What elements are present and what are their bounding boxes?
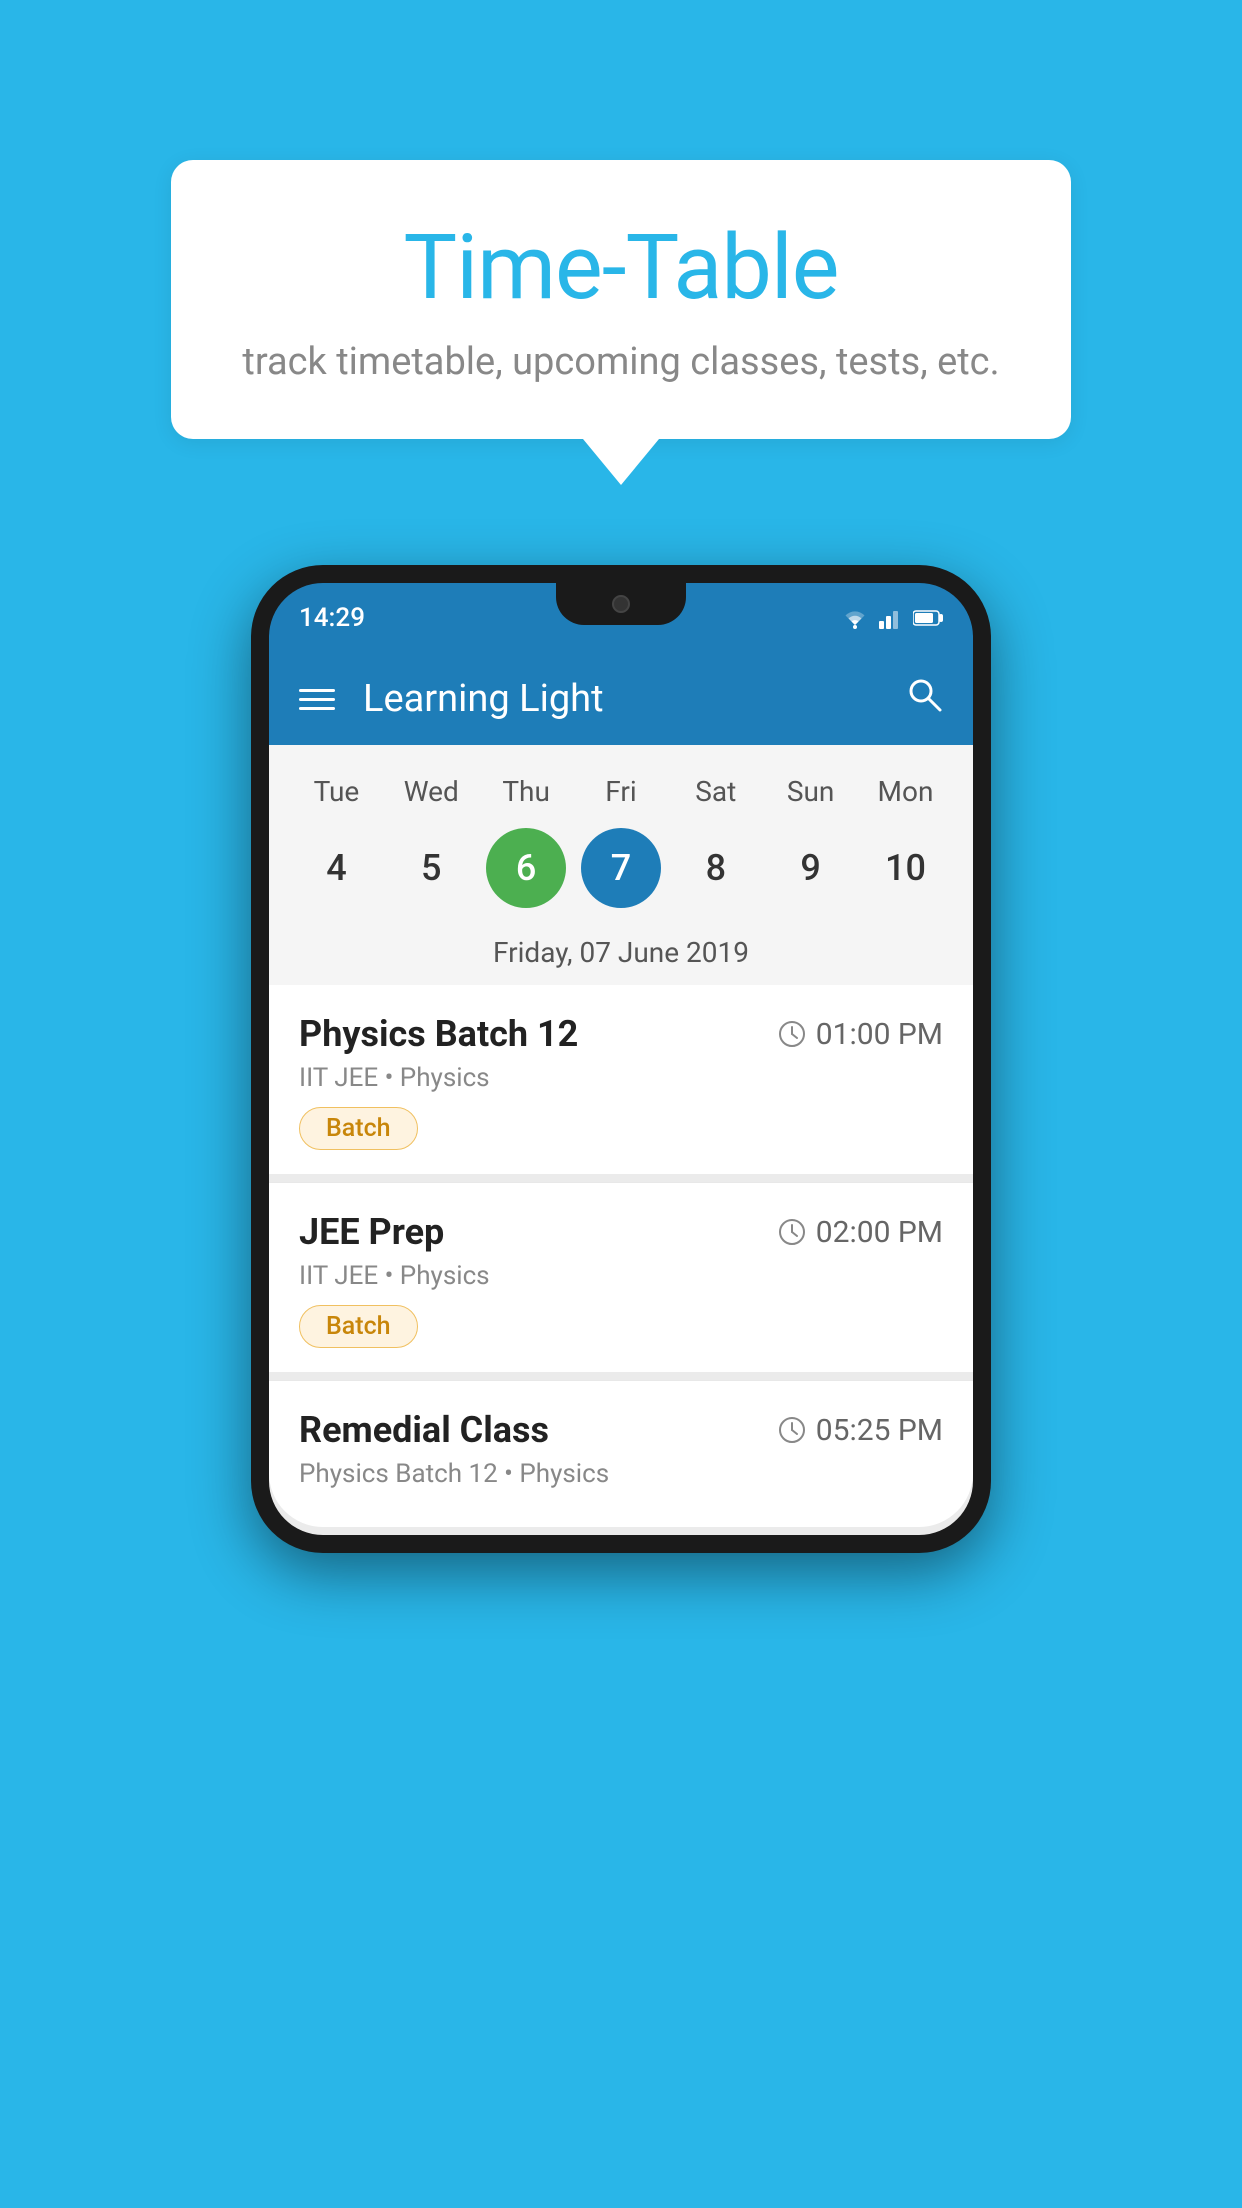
day-4[interactable]: 4 bbox=[296, 828, 376, 908]
schedule-card-jee-prep[interactable]: JEE Prep 02:00 PM IIT JEE • Physics Batc… bbox=[269, 1183, 973, 1372]
day-header-fri: Fri bbox=[581, 775, 661, 808]
day-9[interactable]: 9 bbox=[771, 828, 851, 908]
card-title-1: Physics Batch 12 bbox=[299, 1013, 578, 1055]
calendar-section: Tue Wed Thu Fri Sat Sun Mon 4 5 6 7 8 9 … bbox=[269, 745, 973, 985]
app-title: Learning Light bbox=[363, 677, 905, 721]
day-header-thu: Thu bbox=[486, 775, 566, 808]
phone-outer: 14:29 bbox=[251, 565, 991, 1553]
status-icons bbox=[841, 607, 943, 629]
app-bar: Learning Light bbox=[269, 653, 973, 745]
time-text-2: 02:00 PM bbox=[816, 1215, 943, 1250]
batch-badge-2: Batch bbox=[299, 1305, 418, 1348]
day-numbers: 4 5 6 7 8 9 10 bbox=[269, 818, 973, 928]
schedule-card-physics-batch[interactable]: Physics Batch 12 01:00 PM IIT JEE • Phys… bbox=[269, 985, 973, 1174]
day-7-selected[interactable]: 7 bbox=[581, 828, 661, 908]
tooltip-title: Time-Table bbox=[231, 215, 1011, 320]
time-text-3: 05:25 PM bbox=[816, 1413, 943, 1448]
status-time: 14:29 bbox=[299, 603, 365, 633]
selected-date-label: Friday, 07 June 2019 bbox=[269, 928, 973, 985]
status-bar: 14:29 bbox=[269, 583, 973, 653]
day-5[interactable]: 5 bbox=[391, 828, 471, 908]
day-8[interactable]: 8 bbox=[676, 828, 756, 908]
day-header-tue: Tue bbox=[296, 775, 376, 808]
clock-icon-2 bbox=[778, 1218, 806, 1246]
camera-dot bbox=[612, 595, 630, 613]
battery-icon bbox=[913, 609, 943, 627]
time-text-1: 01:00 PM bbox=[816, 1017, 943, 1052]
day-header-sat: Sat bbox=[676, 775, 756, 808]
day-header-wed: Wed bbox=[391, 775, 471, 808]
card-title-2: JEE Prep bbox=[299, 1211, 444, 1253]
card-subtitle-3: Physics Batch 12 • Physics bbox=[299, 1459, 943, 1489]
tooltip-arrow bbox=[583, 439, 659, 485]
card-row-top-1: Physics Batch 12 01:00 PM bbox=[299, 1013, 943, 1055]
tooltip-card-wrapper: Time-Table track timetable, upcoming cla… bbox=[171, 160, 1071, 485]
signal-icon bbox=[879, 607, 903, 629]
day-10[interactable]: 10 bbox=[865, 828, 945, 908]
card-time-3: 05:25 PM bbox=[778, 1413, 943, 1448]
batch-badge-1: Batch bbox=[299, 1107, 418, 1150]
tooltip-subtitle: track timetable, upcoming classes, tests… bbox=[231, 340, 1011, 384]
search-icon[interactable] bbox=[905, 675, 943, 723]
clock-icon-3 bbox=[778, 1416, 806, 1444]
card-time-1: 01:00 PM bbox=[778, 1017, 943, 1052]
notch-cutout bbox=[556, 583, 686, 625]
card-row-top-2: JEE Prep 02:00 PM bbox=[299, 1211, 943, 1253]
wifi-icon bbox=[841, 607, 869, 629]
card-subtitle-2: IIT JEE • Physics bbox=[299, 1261, 943, 1291]
tooltip-card: Time-Table track timetable, upcoming cla… bbox=[171, 160, 1071, 439]
menu-icon[interactable] bbox=[299, 689, 335, 710]
day-headers: Tue Wed Thu Fri Sat Sun Mon bbox=[269, 765, 973, 818]
schedule-card-remedial[interactable]: Remedial Class 05:25 PM Physics Batch 12… bbox=[269, 1381, 973, 1527]
day-header-mon: Mon bbox=[865, 775, 945, 808]
phone-mockup: 14:29 bbox=[251, 565, 991, 1553]
card-time-2: 02:00 PM bbox=[778, 1215, 943, 1250]
card-title-3: Remedial Class bbox=[299, 1409, 549, 1451]
clock-icon-1 bbox=[778, 1020, 806, 1048]
card-row-top-3: Remedial Class 05:25 PM bbox=[299, 1409, 943, 1451]
card-subtitle-1: IIT JEE • Physics bbox=[299, 1063, 943, 1093]
day-6-today[interactable]: 6 bbox=[486, 828, 566, 908]
day-header-sun: Sun bbox=[771, 775, 851, 808]
phone-content: Physics Batch 12 01:00 PM IIT JEE • Phys… bbox=[269, 985, 973, 1535]
